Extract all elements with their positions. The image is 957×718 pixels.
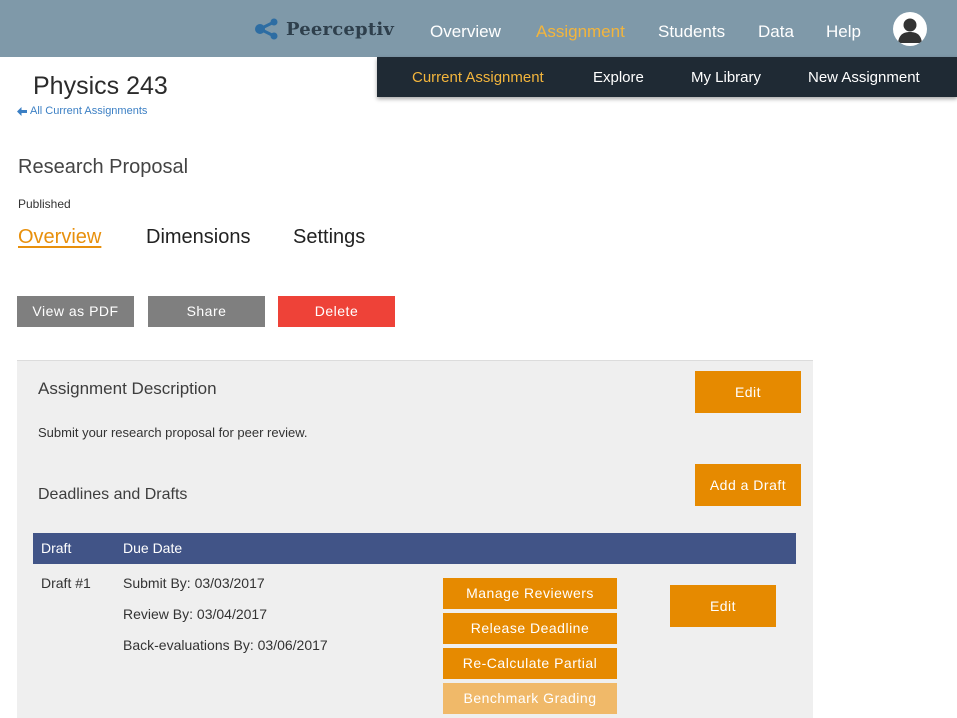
nav-overview[interactable]: Overview [430, 22, 501, 42]
release-deadline-button[interactable]: Release Deadline [443, 613, 617, 644]
course-title: Physics 243 [33, 72, 168, 100]
assignment-submenu: Current Assignment Explore My Library Ne… [377, 57, 957, 97]
arrow-left-icon [17, 106, 27, 116]
assignment-description-heading: Assignment Description [38, 379, 217, 398]
assignment-description-text: Submit your research proposal for peer r… [38, 425, 308, 440]
logo-icon [255, 18, 278, 40]
column-header-due-date: Due Date [123, 540, 183, 556]
back-link-label: All Current Assignments [30, 105, 148, 117]
back-evaluations-by-date: Back-evaluations By: 03/06/2017 [123, 637, 328, 653]
add-draft-button[interactable]: Add a Draft [695, 464, 801, 506]
delete-button[interactable]: Delete [278, 296, 395, 327]
tab-settings[interactable]: Settings [293, 226, 365, 249]
logo-text: Peerceptiv [286, 18, 395, 40]
tab-overview[interactable]: Overview [18, 226, 101, 249]
drafts-table-header: Draft Due Date [33, 533, 796, 564]
submenu-new-assignment[interactable]: New Assignment [808, 69, 920, 86]
submenu-explore[interactable]: Explore [593, 69, 644, 86]
draft-name: Draft #1 [41, 575, 91, 591]
nav-help[interactable]: Help [826, 22, 861, 42]
submenu-my-library[interactable]: My Library [691, 69, 761, 86]
user-avatar-icon[interactable] [893, 12, 927, 46]
recalculate-partial-button[interactable]: Re-Calculate Partial [443, 648, 617, 679]
back-to-assignments-link[interactable]: All Current Assignments [17, 105, 147, 117]
top-navigation-bar: Peerceptiv Overview Assignment Students … [0, 0, 957, 57]
nav-students[interactable]: Students [658, 22, 725, 42]
nav-data[interactable]: Data [758, 22, 794, 42]
column-header-draft: Draft [41, 540, 72, 556]
edit-draft-button[interactable]: Edit [670, 585, 776, 627]
benchmark-grading-button[interactable]: Benchmark Grading [443, 683, 617, 714]
manage-reviewers-button[interactable]: Manage Reviewers [443, 578, 617, 609]
share-button[interactable]: Share [148, 296, 265, 327]
tab-dimensions[interactable]: Dimensions [146, 226, 250, 249]
peerceptiv-logo[interactable]: Peerceptiv [254, 18, 394, 40]
edit-description-button[interactable]: Edit [695, 371, 801, 413]
deadlines-heading: Deadlines and Drafts [38, 486, 188, 503]
submit-by-date: Submit By: 03/03/2017 [123, 575, 265, 591]
assignment-title: Research Proposal [18, 156, 189, 178]
review-by-date: Review By: 03/04/2017 [123, 606, 267, 622]
assignment-panel: Assignment Description Edit Submit your … [17, 360, 813, 718]
view-as-pdf-button[interactable]: View as PDF [17, 296, 134, 327]
status-label: Published [18, 197, 71, 211]
nav-assignment[interactable]: Assignment [536, 22, 625, 42]
submenu-current-assignment[interactable]: Current Assignment [412, 69, 544, 86]
